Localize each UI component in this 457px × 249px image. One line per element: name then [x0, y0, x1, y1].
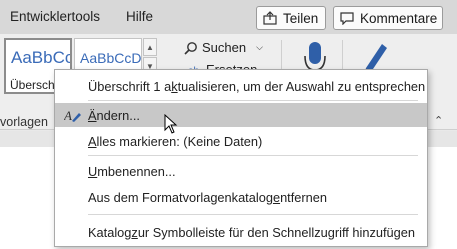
menu-item-label: ntfernen: [280, 189, 328, 205]
menu-item-label: ndern...: [96, 107, 140, 123]
ribbon-tab-bar: Entwicklertools Hilfe Teilen Kommentare: [0, 0, 457, 34]
menu-item-accelerator: e: [272, 189, 281, 205]
search-button[interactable]: Suchen ⌵: [184, 40, 263, 55]
menu-item-modify[interactable]: A Ändern...: [55, 103, 427, 127]
menu-item-label: mbenennen...: [97, 163, 176, 179]
search-label: Suchen: [202, 40, 247, 55]
styles-group-label: vorlagen: [0, 115, 48, 129]
share-icon: [263, 11, 277, 25]
comments-button[interactable]: Kommentare: [333, 6, 443, 30]
svg-text:A: A: [64, 108, 72, 123]
menu-item-label: Katalog: [88, 224, 132, 240]
share-label: Teilen: [283, 10, 319, 26]
modify-style-icon: A: [64, 108, 81, 123]
menu-item-add-to-quick-access[interactable]: Katalog z ur Symbolleiste für den Schnell…: [55, 220, 427, 244]
chevron-down-icon: ⌵: [256, 42, 263, 52]
style-context-menu: Überschrift 1 a k tualisieren, um der Ausw…: [54, 69, 428, 247]
menu-item-label: Überschrift 1 a: [88, 78, 172, 94]
style-preview: AaBbCc: [11, 48, 72, 67]
menu-item-label: ur Symbolleiste für den Schnellzugriff h…: [137, 224, 416, 240]
menu-item-label: lles markieren: (Keine Daten): [96, 133, 263, 149]
menu-item-accelerator: U: [88, 163, 98, 179]
gallery-scroll-up[interactable]: ▲: [143, 38, 157, 56]
tab-entwicklertools[interactable]: Entwicklertools: [10, 9, 100, 24]
search-icon: [184, 41, 197, 55]
menu-item-accelerator: Ä: [88, 107, 97, 123]
menu-item-update-style[interactable]: Überschrift 1 a k tualisieren, um der Ausw…: [55, 74, 427, 98]
menu-separator: [88, 214, 418, 215]
menu-item-rename[interactable]: Umbenennen...: [55, 159, 427, 183]
collapse-ribbon-icon[interactable]: ⌃: [434, 114, 443, 127]
tab-hilfe[interactable]: Hilfe: [126, 9, 153, 24]
comment-icon: [340, 12, 354, 25]
share-button[interactable]: Teilen: [256, 6, 326, 30]
menu-item-accelerator: A: [88, 133, 97, 149]
style-caption: Überschr: [10, 78, 59, 92]
menu-separator: [88, 155, 418, 156]
menu-item-select-all[interactable]: Alles markieren: (Keine Daten): [55, 129, 427, 153]
menu-item-remove-from-gallery[interactable]: Aus dem Formatvorlagenkatalog e ntfernen: [55, 185, 427, 209]
menu-item-label: tualisieren, um der Auswahl zu entsprech…: [177, 78, 426, 94]
comments-label: Kommentare: [360, 10, 438, 26]
menu-item-label: Aus dem Formatvorlagenkatalog: [88, 189, 273, 205]
style-preview: AaBbCcD: [80, 50, 142, 66]
menu-separator: [88, 100, 418, 101]
